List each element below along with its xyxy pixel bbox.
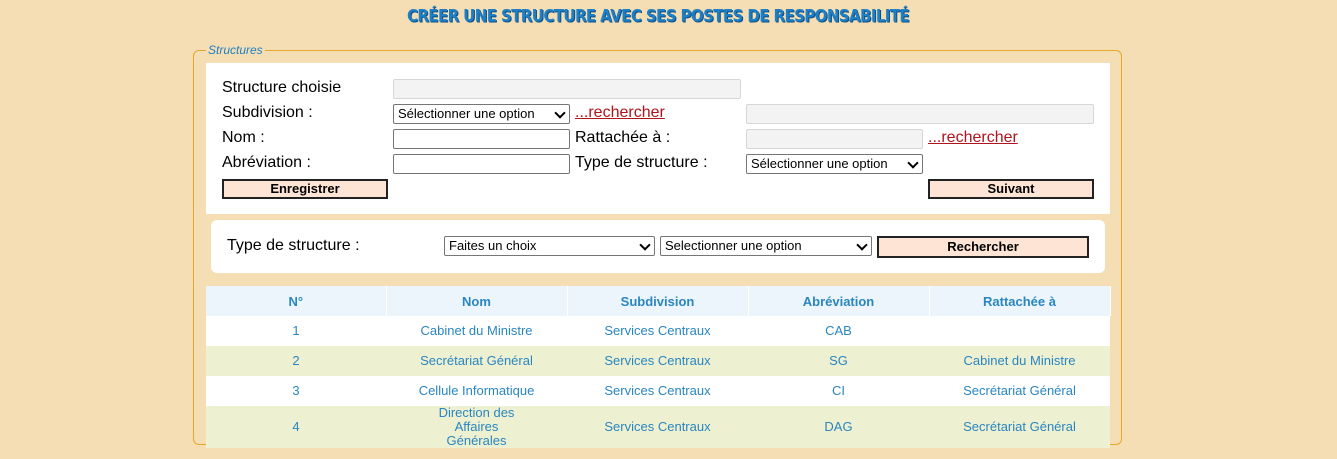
column-header-rattachee[interactable]: Rattachée à bbox=[929, 286, 1111, 316]
cell-subdivision: Services Centraux bbox=[567, 346, 748, 376]
structures-table: N° Nom Subdivision Abréviation Rattachée… bbox=[206, 286, 1111, 448]
chevron-down-icon bbox=[554, 107, 566, 119]
fieldset-legend: Structures bbox=[206, 43, 265, 57]
page-title: CRÉER UNE STRUCTURE AVEC SES POSTES DE R… bbox=[406, 6, 910, 26]
cell-subdivision: Services Centraux bbox=[567, 406, 748, 448]
cell-nom: Secrétariat Général bbox=[386, 346, 567, 376]
structure-form-panel: Structure choisie Subdivision : Sélectio… bbox=[206, 63, 1110, 214]
table-row[interactable]: 1 Cabinet du Ministre Services Centraux … bbox=[206, 316, 1110, 346]
table-row[interactable]: 2 Secrétariat Général Services Centraux … bbox=[206, 346, 1110, 376]
cell-subdivision: Services Centraux bbox=[567, 316, 748, 346]
cell-num: 1 bbox=[206, 316, 386, 346]
cell-abreviation: CI bbox=[748, 376, 929, 406]
nom-field[interactable] bbox=[393, 129, 570, 149]
subdivision-label: Subdivision : bbox=[222, 104, 313, 121]
structure-choisie-field[interactable] bbox=[393, 79, 741, 99]
next-button[interactable]: Suivant bbox=[928, 179, 1094, 199]
subdivision-search-link[interactable]: ...rechercher bbox=[575, 104, 665, 122]
chevron-down-icon bbox=[856, 239, 868, 251]
cell-nom: Direction des Affaires Générales bbox=[386, 406, 567, 448]
cell-rattachee: Cabinet du Ministre bbox=[929, 346, 1110, 376]
search-choice-select[interactable]: Faites un choix bbox=[444, 236, 655, 256]
column-header-abreviation[interactable]: Abréviation bbox=[748, 286, 930, 316]
column-header-num[interactable]: N° bbox=[206, 286, 387, 316]
search-button[interactable]: Rechercher bbox=[877, 236, 1089, 258]
cell-rattachee: Secrétariat Général bbox=[929, 376, 1110, 406]
cell-abreviation: SG bbox=[748, 346, 929, 376]
search-option-select[interactable]: Selectionner une option bbox=[660, 236, 872, 256]
column-header-subdivision[interactable]: Subdivision bbox=[567, 286, 749, 316]
cell-nom: Cellule Informatique bbox=[386, 376, 567, 406]
rattachee-field[interactable] bbox=[746, 129, 923, 149]
chevron-down-icon bbox=[639, 239, 651, 251]
cell-subdivision: Services Centraux bbox=[567, 376, 748, 406]
subdivision-value-field[interactable] bbox=[746, 104, 1094, 124]
save-button[interactable]: Enregistrer bbox=[222, 179, 388, 199]
cell-rattachee bbox=[929, 316, 1110, 346]
structure-choisie-label: Structure choisie bbox=[222, 79, 342, 96]
search-choice-select-value: Faites un choix bbox=[449, 238, 537, 253]
cell-num: 4 bbox=[206, 406, 386, 448]
cell-rattachee: Secrétariat Général bbox=[929, 406, 1110, 448]
chevron-down-icon bbox=[907, 157, 919, 169]
search-type-label: Type de structure : bbox=[227, 237, 360, 254]
rattachee-label: Rattachée à : bbox=[575, 129, 671, 146]
table-row[interactable]: 3 Cellule Informatique Services Centraux… bbox=[206, 376, 1110, 406]
table-header-row: N° Nom Subdivision Abréviation Rattachée… bbox=[206, 286, 1111, 316]
cell-num: 2 bbox=[206, 346, 386, 376]
abreviation-field[interactable] bbox=[393, 154, 570, 174]
nom-label: Nom : bbox=[222, 129, 265, 146]
cell-abreviation: CAB bbox=[748, 316, 929, 346]
type-structure-select[interactable]: Sélectionner une option bbox=[746, 154, 923, 174]
type-structure-label: Type de structure : bbox=[575, 154, 708, 171]
subdivision-select-value: Sélectionner une option bbox=[398, 106, 535, 121]
cell-nom: Cabinet du Ministre bbox=[386, 316, 567, 346]
cell-abreviation: DAG bbox=[748, 406, 929, 448]
column-header-nom[interactable]: Nom bbox=[386, 286, 568, 316]
abreviation-label: Abréviation : bbox=[222, 154, 311, 171]
type-structure-select-value: Sélectionner une option bbox=[751, 156, 888, 171]
search-panel: Type de structure : Faites un choix Sele… bbox=[211, 220, 1105, 273]
table-row[interactable]: 4 Direction des Affaires Générales Servi… bbox=[206, 406, 1110, 448]
subdivision-select[interactable]: Sélectionner une option bbox=[393, 104, 570, 124]
rattachee-search-link[interactable]: ...rechercher bbox=[928, 129, 1018, 147]
cell-num: 3 bbox=[206, 376, 386, 406]
search-option-select-value: Selectionner une option bbox=[665, 238, 802, 253]
